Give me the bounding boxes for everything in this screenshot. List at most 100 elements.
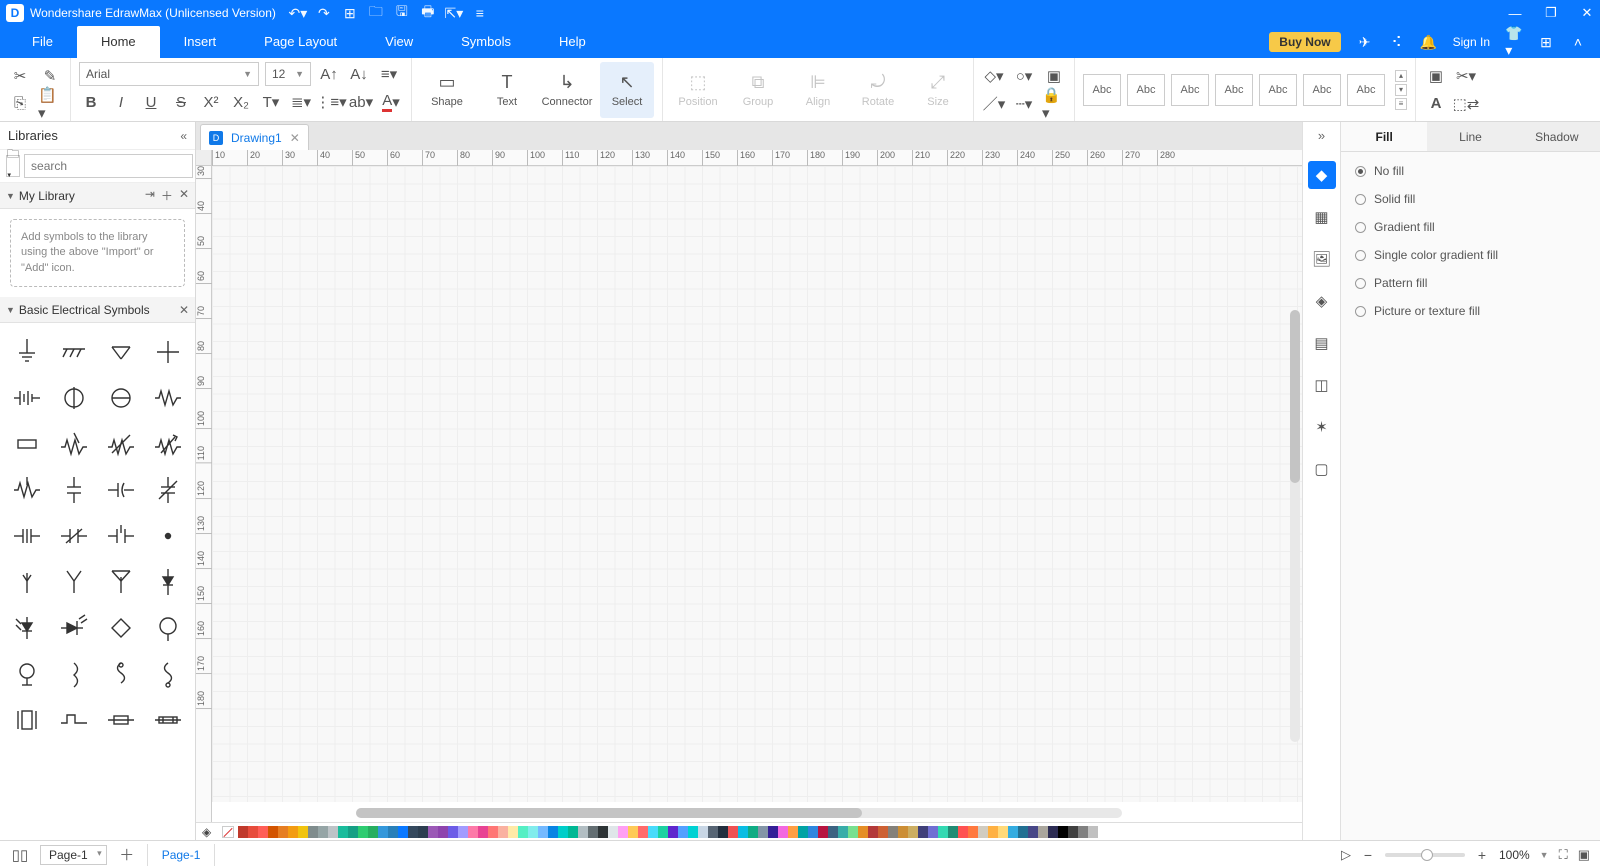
color-swatch[interactable] xyxy=(668,826,678,838)
style-preset[interactable]: Abc xyxy=(1215,74,1253,106)
symbol-crystal[interactable] xyxy=(4,697,51,743)
align-text-icon[interactable]: ≡▾ xyxy=(377,62,401,86)
symbol-source-ac[interactable] xyxy=(98,375,145,421)
color-swatch[interactable] xyxy=(448,826,458,838)
color-swatch[interactable] xyxy=(528,826,538,838)
color-swatch[interactable] xyxy=(1088,826,1098,838)
color-swatch[interactable] xyxy=(968,826,978,838)
symbol-battery[interactable] xyxy=(4,375,51,421)
qat-more-icon[interactable]: ≡ xyxy=(472,5,488,21)
grow-font-icon[interactable]: A↑ xyxy=(317,62,341,86)
menu-page-layout[interactable]: Page Layout xyxy=(240,26,361,58)
color-swatch[interactable] xyxy=(298,826,308,838)
bold-icon[interactable]: B xyxy=(79,90,103,114)
line-spacing-icon[interactable]: ≣▾ xyxy=(289,90,313,114)
chart-panel-icon[interactable]: ◫ xyxy=(1308,371,1336,399)
symbol-capacitor[interactable] xyxy=(51,467,98,513)
layers-panel-icon[interactable]: ◈ xyxy=(1308,287,1336,315)
close-section-icon[interactable]: ✕ xyxy=(179,187,189,204)
collapse-ribbon-icon[interactable]: ˄ xyxy=(1570,34,1586,50)
share-icon[interactable]: ⠪ xyxy=(1389,34,1405,50)
color-swatch[interactable] xyxy=(848,826,858,838)
symbol-rheostat[interactable] xyxy=(144,421,191,467)
no-color-swatch[interactable] xyxy=(222,826,234,838)
color-swatch[interactable] xyxy=(708,826,718,838)
color-swatch[interactable] xyxy=(408,826,418,838)
add-page-icon[interactable]: ＋ xyxy=(115,844,139,865)
color-swatch[interactable] xyxy=(518,826,528,838)
color-swatch[interactable] xyxy=(328,826,338,838)
symbol-capacitor-var[interactable] xyxy=(144,467,191,513)
color-swatch[interactable] xyxy=(758,826,768,838)
strike-icon[interactable]: S xyxy=(169,90,193,114)
document-tab[interactable]: D Drawing1 ✕ xyxy=(200,124,309,150)
color-swatch[interactable] xyxy=(508,826,518,838)
zoom-caret-icon[interactable]: ▼ xyxy=(1540,850,1549,860)
prop-tab-shadow[interactable]: Shadow xyxy=(1514,122,1600,151)
style-expand-icon[interactable]: ≡ xyxy=(1395,98,1407,110)
color-swatch[interactable] xyxy=(368,826,378,838)
vertical-scrollbar[interactable] xyxy=(1290,310,1300,742)
crop-icon[interactable]: ✂▾ xyxy=(1454,64,1478,88)
color-swatch[interactable] xyxy=(348,826,358,838)
page-tab[interactable]: Page-1 xyxy=(147,844,216,866)
zoom-in-icon[interactable]: + xyxy=(1475,847,1489,863)
color-swatch[interactable] xyxy=(538,826,548,838)
text-style-icon[interactable]: A xyxy=(1424,92,1448,116)
color-swatch[interactable] xyxy=(978,826,988,838)
symbol-fuse[interactable] xyxy=(98,697,145,743)
color-swatch[interactable] xyxy=(858,826,868,838)
color-swatch[interactable] xyxy=(278,826,288,838)
color-swatch[interactable] xyxy=(918,826,928,838)
color-swatch[interactable] xyxy=(648,826,658,838)
connector-tool[interactable]: ↳Connector xyxy=(540,62,594,118)
bell-icon[interactable]: 🔔 xyxy=(1421,34,1437,50)
fill-color-icon[interactable]: ◇▾ xyxy=(982,64,1006,88)
add-library-icon[interactable]: ＋ xyxy=(161,187,173,204)
line-style-icon[interactable]: ／▾ xyxy=(982,92,1006,116)
symbol-inductor-half[interactable] xyxy=(51,651,98,697)
undo-icon[interactable]: ↶▾ xyxy=(290,5,306,21)
fill-option-picture[interactable]: Picture or texture fill xyxy=(1355,304,1586,318)
page-panel-icon[interactable]: ▤ xyxy=(1308,329,1336,357)
style-preset[interactable]: Abc xyxy=(1171,74,1209,106)
symbol-cap-feed[interactable] xyxy=(4,513,51,559)
color-swatch[interactable] xyxy=(928,826,938,838)
dash-style-icon[interactable]: ┄▾ xyxy=(1012,92,1036,116)
fill-panel-icon[interactable]: ◆ xyxy=(1308,161,1336,189)
shape-tool[interactable]: ▭Shape xyxy=(420,62,474,118)
color-swatch[interactable] xyxy=(258,826,268,838)
page-fit-icon[interactable]: ▣ xyxy=(1424,64,1448,88)
color-swatch[interactable] xyxy=(638,826,648,838)
page-selector[interactable]: Page-1 xyxy=(40,845,107,865)
symbol-photodiode[interactable] xyxy=(4,605,51,651)
color-swatch[interactable] xyxy=(388,826,398,838)
color-swatch[interactable] xyxy=(748,826,758,838)
fill-option-none[interactable]: No fill xyxy=(1355,164,1586,178)
text-case-icon[interactable]: T▾ xyxy=(259,90,283,114)
color-swatch[interactable] xyxy=(868,826,878,838)
zoom-out-icon[interactable]: − xyxy=(1361,847,1375,863)
replace-icon[interactable]: ⬚⇄ xyxy=(1454,92,1478,116)
subscript-icon[interactable]: X₂ xyxy=(229,90,253,114)
font-size-select[interactable]: 12▼ xyxy=(265,62,311,86)
menu-symbols[interactable]: Symbols xyxy=(437,26,535,58)
symbol-chassis-ground[interactable] xyxy=(51,329,98,375)
color-swatch[interactable] xyxy=(428,826,438,838)
color-swatch[interactable] xyxy=(548,826,558,838)
fill-option-gradient[interactable]: Gradient fill xyxy=(1355,220,1586,234)
fit-page-icon[interactable]: ⛶ xyxy=(1559,847,1568,863)
color-swatch[interactable] xyxy=(1068,826,1078,838)
prop-tab-fill[interactable]: Fill xyxy=(1341,122,1427,151)
expand-sidebar-icon[interactable]: » xyxy=(1318,128,1325,143)
color-swatch[interactable] xyxy=(838,826,848,838)
color-swatch[interactable] xyxy=(728,826,738,838)
symbol-antenna[interactable] xyxy=(4,559,51,605)
color-swatch[interactable] xyxy=(768,826,778,838)
color-swatch[interactable] xyxy=(418,826,428,838)
symbol-lamp[interactable] xyxy=(144,605,191,651)
color-swatch[interactable] xyxy=(578,826,588,838)
color-swatch[interactable] xyxy=(588,826,598,838)
symbol-led[interactable] xyxy=(51,605,98,651)
color-swatch[interactable] xyxy=(898,826,908,838)
